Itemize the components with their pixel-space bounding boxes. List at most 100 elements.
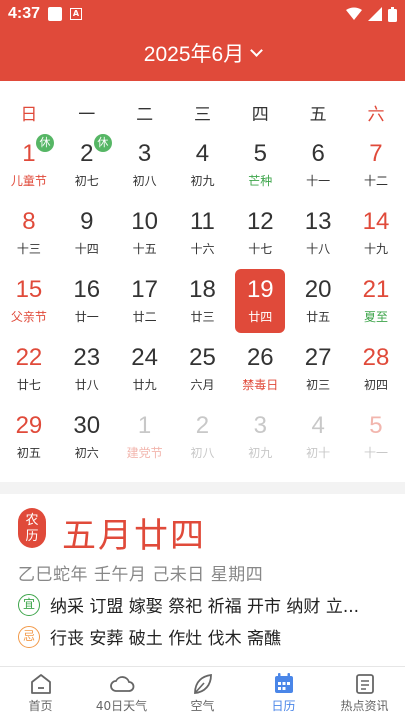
calendar-day[interactable]: 2 初八: [174, 408, 232, 476]
calendar-day[interactable]: 14 十九: [347, 204, 405, 272]
nav-air[interactable]: 空气: [162, 667, 243, 720]
day-number: 2: [195, 412, 210, 439]
calendar-day[interactable]: 18 廿三: [174, 272, 232, 340]
calendar-day[interactable]: 20 廿五: [289, 272, 347, 340]
day-number: 24: [131, 344, 158, 371]
day-number: 12: [246, 208, 274, 235]
day-number: 5: [253, 140, 267, 167]
calendar-day[interactable]: 16 廿一: [58, 272, 116, 340]
week-header: 日 一 二 三 四 五 六: [0, 100, 405, 126]
nav-home[interactable]: 首页: [0, 667, 81, 720]
day-number: 15: [15, 276, 43, 303]
lunar-label: 十九: [363, 242, 388, 256]
calendar-grid: 1 儿童节 休 2 初七 休 3 初八 4 初九 5 芒种 6 十一 7 十二 8 十三 9 十四 10 十五 11 十六 12…: [0, 134, 405, 476]
calendar-day[interactable]: 23 廿八: [58, 340, 116, 408]
lunar-seal: 农 历: [18, 508, 46, 548]
day-number: 25: [189, 344, 216, 371]
calendar-week-row: 15 父亲节 16 廿一 17 廿二 18 廿三 19 廿四 20 廿五 21 夏至: [0, 269, 405, 340]
day-number: 1: [137, 412, 152, 439]
lunar-label: 十四: [74, 242, 99, 256]
calendar-day[interactable]: 30 初六: [58, 408, 116, 476]
nav-40day-weather[interactable]: 40日天气: [81, 667, 162, 720]
notification-icon: [48, 7, 63, 21]
nav-calendar-label: 日历: [271, 699, 296, 713]
calendar-day[interactable]: 26 禁毒日: [231, 340, 289, 408]
calendar-day[interactable]: 27 初三: [289, 340, 347, 408]
calendar-day[interactable]: 24 廿九: [116, 340, 174, 408]
leaf-icon: [193, 673, 212, 694]
calendar-day[interactable]: 9 十四: [58, 204, 116, 272]
calendar-day[interactable]: 4 初九: [174, 136, 232, 204]
lunar-label: 初八: [190, 446, 215, 460]
calendar-day[interactable]: 6 十一: [289, 136, 347, 204]
nav-hot-news[interactable]: 热点资讯: [324, 667, 405, 720]
weekday-fri: 五: [309, 105, 327, 125]
news-icon: [355, 674, 374, 694]
calendar-day[interactable]: 29 初五: [0, 408, 58, 476]
day-number: 30: [73, 412, 101, 439]
status-time: 4:37: [8, 5, 41, 22]
nav-hot-news-label: 热点资讯: [340, 699, 389, 713]
lunar-label: 廿八: [74, 378, 99, 392]
day-number: 14: [362, 208, 390, 235]
lunar-detail-card[interactable]: 农 历 五月廿四 乙巳蛇年 壬午月 己未日 星期四 宜 纳采 订盟 嫁娶 祭祀 …: [0, 494, 405, 664]
yi-text: 纳采 订盟 嫁娶 祭祀 祈福 开市 纳财 立...: [50, 597, 360, 617]
calendar-day[interactable]: 3 初八: [116, 136, 174, 204]
day-number: 3: [253, 412, 267, 439]
day-number: 28: [362, 344, 390, 371]
top-bar: 4:37 A 2025年6月: [0, 0, 405, 81]
lunar-label: 禁毒日: [242, 378, 279, 392]
calendar-day[interactable]: 3 初九: [231, 408, 289, 476]
cloud-icon: [109, 676, 134, 692]
calendar-day[interactable]: 10 十五: [116, 204, 174, 272]
weekday-wed: 三: [193, 105, 211, 125]
lunar-label: 十八: [306, 242, 331, 256]
calendar-day[interactable]: 1 建党节: [116, 408, 174, 476]
calendar-day[interactable]: 7 十二: [347, 136, 405, 204]
weekday-sat: 六: [367, 105, 385, 125]
calendar-day[interactable]: 15 父亲节: [0, 272, 58, 340]
calendar-day[interactable]: 21 夏至: [347, 272, 405, 340]
weekday-sun: 日: [20, 105, 38, 125]
holiday-rest-badge: 休: [36, 134, 54, 152]
calendar-day[interactable]: 4 初十: [289, 408, 347, 476]
calendar-day[interactable]: 17 廿二: [116, 272, 174, 340]
day-number: 6: [311, 140, 325, 167]
lunar-label: 初七: [74, 174, 99, 188]
ganzhi-text: 乙巳蛇年 壬午月 己未日 星期四: [18, 565, 264, 585]
calendar-week-row: 8 十三 9 十四 10 十五 11 十六 12 十七 13 十八 14 十九: [0, 204, 405, 272]
nav-calendar[interactable]: 日历: [243, 667, 324, 720]
calendar-day[interactable]: 25 六月: [174, 340, 232, 408]
seal-bottom-char: 历: [25, 529, 39, 544]
day-number: 26: [246, 344, 274, 371]
signal-icon: [368, 7, 382, 21]
calendar-day[interactable]: 1 儿童节休: [0, 134, 58, 204]
day-number: 8: [22, 208, 36, 235]
calendar-day[interactable]: 2 初七休: [58, 134, 116, 204]
calendar-day-selected[interactable]: 19 廿四: [231, 269, 289, 340]
lunar-label: 初四: [363, 378, 388, 392]
calendar-day[interactable]: 28 初四: [347, 340, 405, 408]
calendar-day[interactable]: 8 十三: [0, 204, 58, 272]
bottom-nav: 首页 40日天气 空气 日历 热点资讯: [0, 666, 405, 720]
calendar-day[interactable]: 22 廿七: [0, 340, 58, 408]
lunar-label: 十三: [16, 242, 41, 256]
lunar-label: 初九: [190, 174, 215, 188]
calendar-week-row: 22 廿七 23 廿八 24 廿九 25 六月 26 禁毒日 27 初三 28 初四: [0, 340, 405, 408]
lunar-label: 廿四: [248, 310, 273, 324]
wifi-icon: [346, 7, 362, 20]
yi-row: 宜 纳采 订盟 嫁娶 祭祀 祈福 开市 纳财 立...: [18, 592, 398, 617]
lunar-label: 十一: [306, 174, 331, 188]
month-selector[interactable]: 2025年6月: [0, 38, 405, 68]
calendar-day[interactable]: 13 十八: [289, 204, 347, 272]
keyboard-icon: A: [70, 8, 83, 20]
nav-home-label: 首页: [28, 699, 53, 713]
calendar-day[interactable]: 5 芒种: [231, 136, 289, 204]
day-number: 17: [131, 276, 158, 303]
seal-top-char: 农: [25, 513, 39, 528]
calendar-day[interactable]: 12 十七: [231, 204, 289, 272]
calendar-day[interactable]: 11 十六: [174, 204, 232, 272]
lunar-label: 初十: [306, 446, 331, 460]
calendar-day[interactable]: 5 十一: [347, 408, 405, 476]
day-number: 20: [304, 276, 332, 303]
